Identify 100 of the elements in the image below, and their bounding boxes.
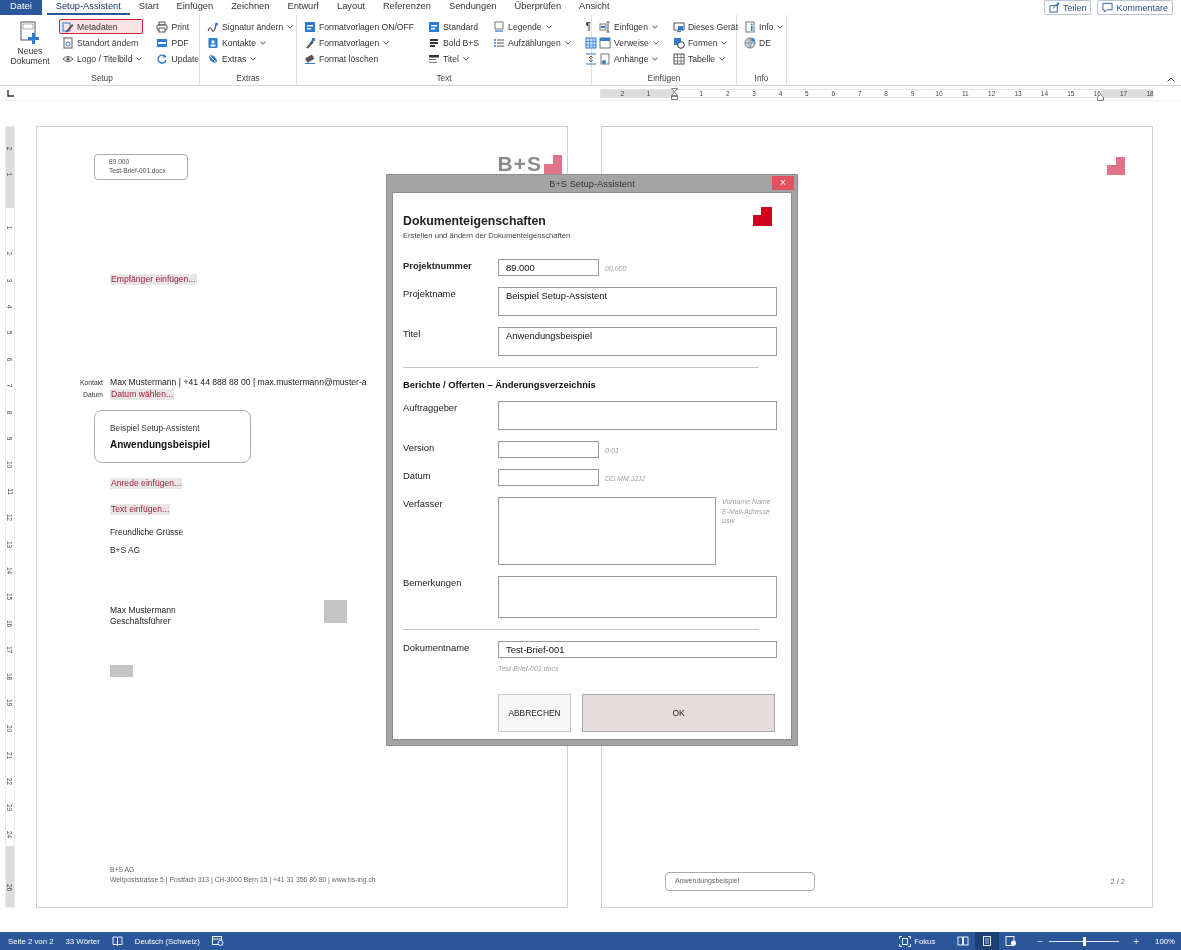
tab[interactable]: Ansicht [570,0,619,15]
ribbon-button[interactable]: Print [153,19,203,34]
ribbon-button[interactable]: Standort ändern [59,35,146,50]
field-label: Bemerkungen [403,576,463,590]
subject-line: Beispiel Setup-Assistent [110,423,201,433]
input-field[interactable]: Test-Brief-001 [498,641,777,658]
indent-marker-icon[interactable] [671,87,679,100]
style-icon [304,20,316,33]
placeholder-text[interactable]: Anrede einfügen... [110,478,183,489]
tab-stop-icon[interactable] [7,89,14,97]
tab[interactable]: Einfügen [167,0,223,15]
ribbon-button[interactable]: Formen [669,35,742,50]
subject-title: Anwendungsbeispiel [110,439,211,451]
slider-thumb[interactable] [1082,936,1086,946]
comment-icon [1102,2,1114,13]
ribbon-button[interactable]: Logo / Titelbild [59,51,146,66]
input-field[interactable]: Beispiel Setup-Assistent [498,287,777,316]
ribbon-button[interactable]: Tabelle [669,51,742,66]
top-button[interactable]: Teilen [1043,0,1092,15]
ribbon-button[interactable]: Extras [204,51,297,66]
ribbon-button[interactable]: Aufzählungen [490,35,574,50]
ribbon-button[interactable]: Update [153,51,203,66]
top-button[interactable]: Kommentare [1097,0,1173,15]
ribbon-button[interactable]: Standard [425,19,483,34]
zoom-in-button[interactable]: + [1133,932,1140,950]
attachment-icon [599,52,611,65]
ribbon-button[interactable]: Formatvorlagen ON/OFF [301,19,418,34]
table-icon [672,52,685,65]
group-label: Setup [90,73,114,85]
input-field[interactable] [498,469,599,486]
tab[interactable]: Start [129,0,168,15]
group-label: Extras [235,73,261,85]
zoom-out-button[interactable]: − [1037,932,1044,950]
input-field[interactable] [498,401,777,430]
input-field[interactable] [498,441,599,458]
document-icon [62,36,74,49]
ribbon-button[interactable]: Titel [425,51,483,66]
input-field[interactable]: 89.000 [498,259,599,276]
view-button[interactable] [975,932,1000,950]
read-mode-icon [957,936,970,946]
ribbon-button[interactable]: Anhänge [596,51,662,66]
field-label: Titel [403,327,422,341]
tab[interactable]: Entwurf [278,0,328,15]
body-text: B+S AG [110,545,141,556]
caret-icon [383,40,390,45]
input-field[interactable] [498,576,777,618]
refresh-icon [156,52,169,65]
caret-icon [777,24,784,29]
ribbon-button[interactable]: Format löschen [301,51,418,66]
tab[interactable]: Referenzen [373,0,440,15]
cancel-button[interactable]: ABBRECHEN [498,693,571,732]
caret-icon [652,40,659,45]
signer-text: Max Mustermann [110,605,177,616]
caret-icon [545,24,552,29]
ribbon-button[interactable]: Info [741,19,787,34]
input-field[interactable] [498,497,716,565]
focus-icon [899,935,912,947]
close-button[interactable]: × [772,176,794,190]
caret-icon [564,40,571,45]
brush-icon [304,36,316,49]
contact-text: Max Mustermann | +41 44 888 88 00 | max.mustermann@muster-a [110,377,367,388]
caret-icon [259,40,266,45]
placeholder-text[interactable]: Datum wählen... [110,389,175,400]
dialog-heading: Dokumenteigenschaften [403,214,546,228]
ribbon-button[interactable]: DE [741,35,787,50]
ribbon-button[interactable]: Kontakte [204,35,297,50]
ribbon-button[interactable]: Legende [490,19,574,34]
share-icon [1048,2,1060,13]
caret-icon [250,56,257,61]
ribbon-button[interactable]: Metadaten [59,19,143,34]
placeholder-text[interactable]: Empfänger einfügen... [110,274,197,285]
caret-icon [652,56,659,61]
input-field[interactable]: Anwendungsbeispiel [498,327,777,356]
window-title: B+S Setup-Assistent [549,178,635,189]
ribbon-button[interactable]: Verweise [596,35,662,50]
reference-icon [599,36,611,49]
ok-button[interactable]: OK [582,693,775,732]
collapse-icon[interactable] [1167,77,1175,82]
list-icon [493,36,506,49]
ribbon-button[interactable]: Dieses Gerät [669,19,742,34]
tab[interactable]: Datei [0,0,42,15]
tab[interactable]: Sendungen [439,0,506,15]
ribbon-button[interactable]: Signatur ändern [204,19,297,34]
group-label: Einfügen [646,73,682,85]
tab[interactable]: Layout [327,0,374,15]
ribbon-button[interactable]: PDF [153,35,203,50]
tab[interactable]: Überprüfen [505,0,571,15]
field-label: Dokumentname [403,641,471,655]
macro-icon[interactable] [211,936,224,946]
signer-text: Geschäftsführer [110,616,172,627]
company-logo-text: B+S [497,155,542,173]
subject-box[interactable]: Beispiel Setup-Assistent Anwendungsbeispiel [94,410,251,463]
heading-icon [428,52,441,65]
book-icon[interactable] [111,936,123,946]
tab[interactable]: Zeichnen [222,0,279,15]
field-label: Datum [403,469,432,483]
ribbon-button[interactable]: Neues Dokument [9,19,51,69]
ribbon-button[interactable]: Formatvorlagen [301,35,418,50]
ribbon-button[interactable]: Bold B+S [425,35,483,50]
placeholder-text[interactable]: Text einfügen... [110,504,171,515]
